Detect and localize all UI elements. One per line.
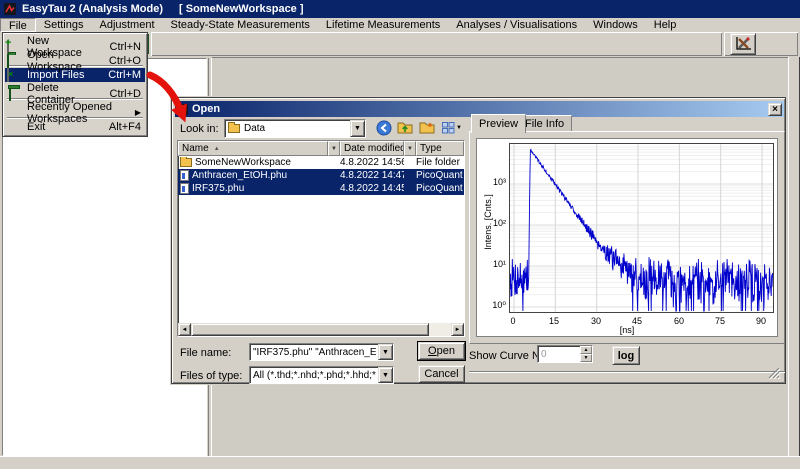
menu-item-delete-container[interactable]: Delete Container Ctrl+D [5, 82, 145, 96]
file-name-label: File name: [180, 347, 231, 359]
import-files-icon: × [7, 69, 21, 82]
up-one-level-button[interactable] [396, 119, 415, 137]
look-in-value: Data [240, 123, 348, 134]
menu-file[interactable]: File [0, 18, 36, 32]
preview-chart-plot [509, 143, 774, 313]
shortcut: Ctrl+M [102, 69, 141, 81]
scroll-left-icon[interactable]: ◄ [178, 323, 191, 336]
open-button-label: pen [437, 345, 455, 357]
look-in-combobox[interactable]: Data ▼ [224, 119, 366, 138]
shortcut: Ctrl+D [104, 88, 141, 100]
tab-preview[interactable]: Preview [471, 114, 526, 133]
menu-settings[interactable]: Settings [36, 18, 92, 32]
create-new-folder-button[interactable] [418, 119, 437, 137]
shortcut: Ctrl+O [103, 55, 141, 67]
folder-icon [228, 124, 240, 133]
dialog-title: Open [192, 103, 220, 115]
submenu-arrow-icon: ▶ [129, 109, 141, 117]
file-name-combobox[interactable]: "IRF375.phu" "Anthracen_EtOH.phu" ▼ [249, 343, 394, 361]
open-button[interactable]: Open [418, 342, 465, 360]
toolbar-right-strip [724, 32, 798, 56]
client-right-edge [788, 57, 791, 456]
chart-tools-icon [733, 35, 753, 53]
menu-analyses-visualisations[interactable]: Analyses / Visualisations [448, 18, 585, 32]
resize-grip-icon[interactable] [768, 367, 780, 379]
window-titlebar: EasyTau 2 (Analysis Mode) [ SomeNewWorks… [0, 0, 800, 18]
scroll-right-icon[interactable]: ► [451, 323, 464, 336]
files-of-type-combobox[interactable]: All (*.thd;*.nhd;*.phd;*.hhd;*.phu;*.dat… [249, 366, 394, 384]
date-filter-dropdown-icon[interactable]: ▼ [404, 141, 416, 156]
column-header-type[interactable]: Type [416, 141, 464, 156]
files-of-type-label: Files of type: [180, 370, 242, 382]
horizontal-scrollbar[interactable]: ◄ ► [178, 323, 464, 336]
spin-down-icon[interactable]: ▼ [580, 354, 592, 362]
app-icon [4, 3, 16, 15]
back-button[interactable] [374, 119, 393, 137]
window-title: EasyTau 2 (Analysis Mode) [22, 3, 163, 15]
panel-separator [469, 371, 785, 373]
back-icon [376, 120, 392, 136]
open-dialog: Open × Look in: Data ▼ ▼ Name [171, 97, 786, 384]
show-curve-value: 0 [541, 349, 580, 360]
file-list-header: Name ▲ ▼ Date modified ▼ Type [178, 141, 464, 156]
menu-item-new-workspace[interactable]: + New Workspace Ctrl+N [5, 35, 145, 49]
menu-item-recently-opened-workspaces[interactable]: Recently Opened Workspaces ▶ [5, 101, 145, 115]
shortcut: Alt+F4 [103, 121, 141, 133]
chevron-down-icon[interactable]: ▼ [350, 120, 365, 137]
statusbar [0, 456, 800, 469]
analysis-tools-button[interactable] [730, 33, 756, 55]
toolbar-strip [151, 32, 722, 56]
show-curve-spinner[interactable]: 0 ▲▼ [537, 345, 593, 363]
chevron-down-icon[interactable]: ▼ [378, 344, 393, 360]
files-of-type-value: All (*.thd;*.nhd;*.phd;*.hhd;*.phu;*.dat… [253, 370, 376, 381]
chevron-down-icon[interactable]: ▼ [378, 367, 393, 383]
phu-file-icon [180, 170, 189, 181]
view-menu-button[interactable]: ▼ [440, 119, 464, 137]
column-header-date-modified[interactable]: Date modified [340, 141, 404, 156]
file-menu: + New Workspace Ctrl+N Open Workspace Ct… [2, 32, 148, 137]
chart-x-axis-label: [ns] [477, 325, 777, 335]
preview-panel: Intens. [Cnts.] 10³ 10² 10¹ 10⁰ 0 15 30 … [469, 131, 785, 344]
menu-item-import-files[interactable]: × Import Files Ctrl+M [5, 68, 145, 82]
menu-windows[interactable]: Windows [585, 18, 646, 32]
chevron-down-icon: ▼ [456, 125, 462, 131]
file-row-somenewworkspace[interactable]: SomeNewWorkspace 4.8.2022 14:56 File fol… [178, 156, 464, 169]
file-row-anthracen-etoh[interactable]: Anthracen_EtOH.phu 4.8.2022 14:47 PicoQu… [178, 169, 464, 182]
create-new-folder-icon [419, 120, 436, 136]
name-filter-dropdown-icon[interactable]: ▼ [328, 141, 340, 156]
look-in-label: Look in: [180, 123, 219, 135]
up-one-level-icon [397, 120, 414, 136]
menu-item-exit[interactable]: Exit Alt+F4 [5, 120, 145, 134]
open-workspace-icon [7, 55, 21, 68]
menubar: File Settings Adjustment Steady-State Me… [0, 18, 800, 32]
file-name-value: "IRF375.phu" "Anthracen_EtOH.phu" [253, 347, 376, 358]
menu-lifetime-measurements[interactable]: Lifetime Measurements [318, 18, 448, 32]
folder-icon [180, 158, 192, 167]
view-menu-icon [442, 122, 455, 134]
menu-adjustment[interactable]: Adjustment [91, 18, 162, 32]
delete-container-icon [7, 88, 21, 101]
spin-up-icon[interactable]: ▲ [580, 346, 592, 354]
dialog-app-icon [177, 104, 188, 115]
application-window: EasyTau 2 (Analysis Mode) [ SomeNewWorks… [0, 0, 800, 469]
scrollbar-thumb[interactable] [191, 323, 429, 336]
preview-chart: Intens. [Cnts.] 10³ 10² 10¹ 10⁰ 0 15 30 … [476, 138, 778, 337]
sort-ascending-icon: ▲ [214, 146, 220, 152]
column-header-name[interactable]: Name ▲ [178, 141, 328, 156]
file-list: Name ▲ ▼ Date modified ▼ Type SomeNewWor… [177, 140, 465, 337]
file-row-irf375[interactable]: IRF375.phu 4.8.2022 14:45 PicoQuant H [178, 182, 464, 195]
phu-file-icon [180, 183, 189, 194]
workspace-name: [ SomeNewWorkspace ] [179, 3, 304, 15]
cancel-button[interactable]: Cancel [418, 365, 465, 383]
menu-help[interactable]: Help [646, 18, 685, 32]
menu-steady-state-measurements[interactable]: Steady-State Measurements [163, 18, 318, 32]
shortcut: Ctrl+N [104, 41, 141, 53]
log-scale-button[interactable]: log [612, 346, 640, 365]
close-icon[interactable]: × [768, 103, 782, 116]
